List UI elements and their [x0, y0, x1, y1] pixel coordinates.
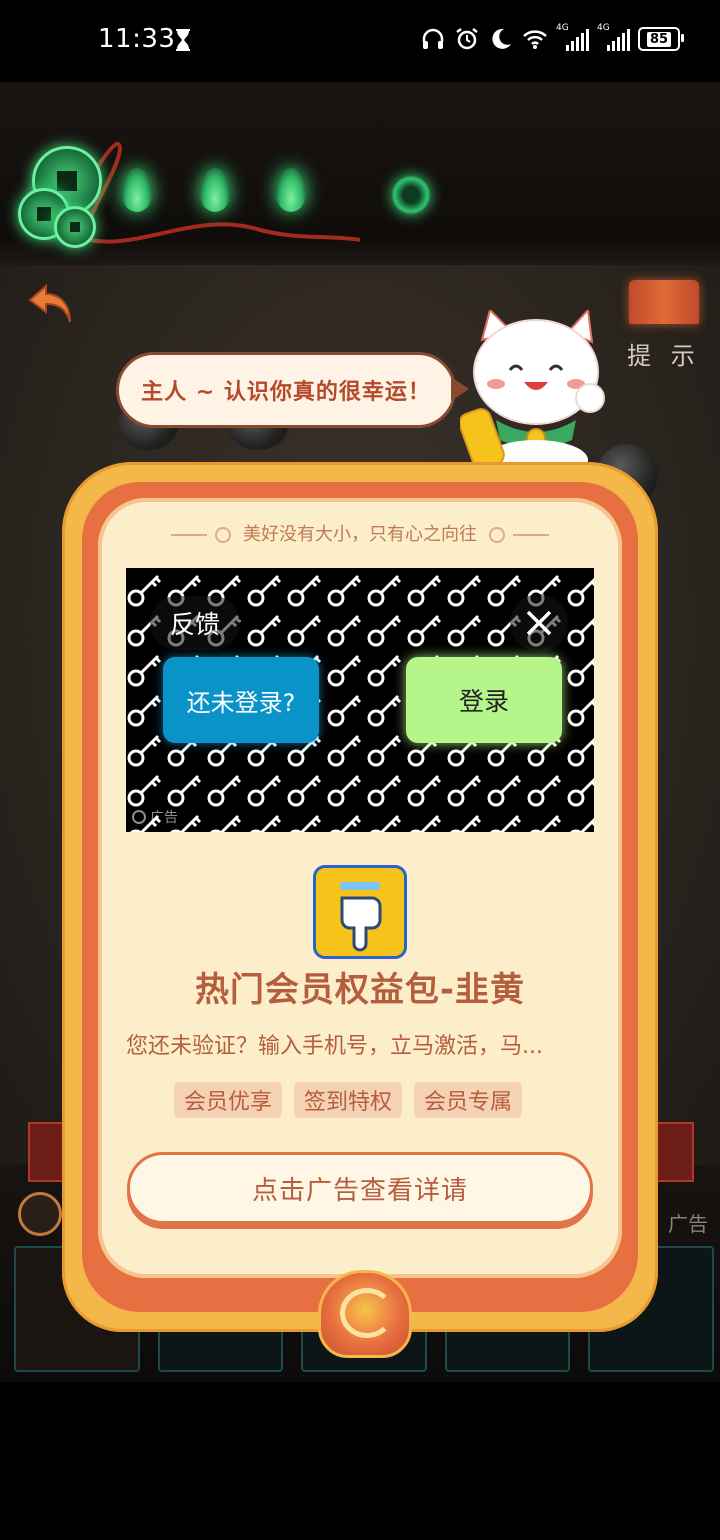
- hourglass-icon: [176, 29, 190, 51]
- battery-level: 85: [646, 31, 672, 47]
- close-button[interactable]: [510, 594, 568, 652]
- status-bar: 11:33 4G 4G 85: [0, 0, 720, 82]
- app-icon[interactable]: [313, 865, 407, 959]
- tagline-text: 美好没有大小，只有心之向往: [243, 524, 477, 545]
- life-flame-icon-1: [122, 168, 152, 212]
- side-ad-label: 广告: [668, 1212, 708, 1236]
- bubble-text: 主人 ~ 认识你真的很幸运！: [141, 380, 431, 405]
- tag-list: 会员优享 签到特权 会员专属: [174, 1082, 523, 1118]
- app-description: 您还未验证？输入手机号，立马激活，马...: [126, 1034, 543, 1059]
- view-ad-details-button[interactable]: 点击广告查看详请: [127, 1152, 593, 1224]
- signal-icon-1: 4G: [556, 23, 589, 51]
- tag-item: 会员优享: [174, 1082, 283, 1118]
- close-icon: [526, 610, 552, 636]
- moon-icon: [492, 28, 511, 49]
- login-button[interactable]: 登录: [406, 657, 562, 743]
- hint-label: 提 示: [627, 342, 701, 370]
- lucky-cat-mascot: [460, 310, 605, 480]
- swirl-ornament: [340, 1288, 394, 1338]
- book-icon: [629, 280, 699, 324]
- network-label-2: 4G: [597, 23, 610, 33]
- screen: 11:33 4G 4G 85 提 示 广告 主人 ~ 认识你真的很幸运！ 美好没…: [0, 0, 720, 1540]
- tag-item: 会员专属: [414, 1082, 523, 1118]
- status-icons: 4G 4G 85: [420, 23, 684, 52]
- alarm-icon: [456, 28, 478, 50]
- dialog-tagline: 美好没有大小，只有心之向往: [98, 520, 622, 546]
- ad-mark-icon: [132, 810, 146, 824]
- signal-icon-2: 4G: [597, 23, 630, 51]
- status-time: 11:33: [98, 24, 176, 54]
- life-flame-icon-3: [276, 168, 306, 212]
- not-logged-in-button[interactable]: 还未登录?: [163, 657, 319, 743]
- life-flame-icon-2: [200, 168, 230, 212]
- ad-mark: 广告: [132, 806, 178, 828]
- wifi-icon: [523, 30, 547, 49]
- feedback-button[interactable]: 反馈: [150, 596, 240, 650]
- back-arrow-icon[interactable]: [26, 278, 74, 326]
- headphones-icon: [422, 28, 444, 49]
- hint-button[interactable]: 提 示: [624, 280, 704, 370]
- ad-mark-text: 广告: [150, 810, 178, 826]
- tag-item: 签到特权: [294, 1082, 403, 1118]
- speech-bubble: 主人 ~ 认识你真的很幸运！: [116, 352, 469, 428]
- pointing-hand-icon: [340, 882, 382, 952]
- settings-gear-icon[interactable]: [392, 176, 430, 214]
- magnifier-icon[interactable]: [18, 1192, 62, 1236]
- battery-icon: 85: [638, 27, 684, 51]
- app-title: 热门会员权益包-韭黄: [194, 970, 526, 1010]
- coin-icon-3: [54, 206, 96, 248]
- network-label-1: 4G: [556, 23, 569, 33]
